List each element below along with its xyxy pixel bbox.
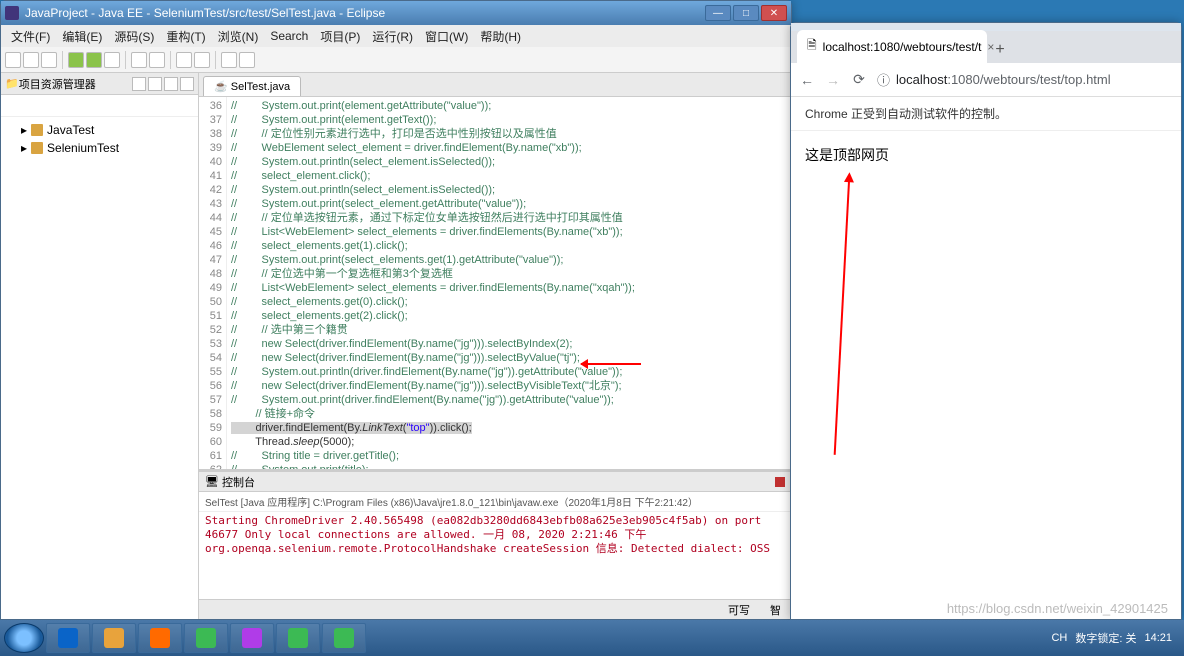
menu-refactor[interactable]: 重构(T) [160, 26, 211, 47]
menu-file[interactable]: 文件(F) [5, 26, 56, 47]
status-writable: 可写 [728, 602, 750, 618]
console-view: 🖥 控制台 SelTest [Java 应用程序] C:\Program Fil… [199, 469, 791, 599]
debug-icon[interactable] [68, 52, 84, 68]
window-title: JavaProject - Java EE - SeleniumTest/src… [25, 6, 385, 20]
explorer-title: 项目资源管理器 [19, 76, 130, 92]
taskbar-app-3[interactable] [184, 623, 228, 653]
new-tab-button[interactable]: + [987, 37, 1013, 63]
terminate-icon[interactable] [775, 477, 785, 487]
folder-icon: 📁 [5, 77, 19, 90]
chrome-window: 🗎 localhost:1080/webtours/test/t × + ← →… [790, 22, 1182, 620]
search-icon[interactable] [176, 52, 192, 68]
project-javatest[interactable]: ▸JavaTest [7, 121, 192, 139]
project-icon [31, 124, 43, 136]
menu-navigate[interactable]: 浏览(N) [212, 26, 265, 47]
menu-source[interactable]: 源码(S) [108, 26, 160, 47]
taskbar-app-6[interactable] [322, 623, 366, 653]
chrome-toolbar: ← → ⟳ ⓘ localhost:1080/webtours/test/top… [791, 63, 1181, 97]
view-menu-icon[interactable] [148, 77, 162, 91]
clock[interactable]: 14:21 [1144, 632, 1172, 644]
numlock-indicator: 数字锁定: 关 [1075, 630, 1136, 646]
chrome-viewport[interactable]: 这是顶部网页 [791, 131, 1181, 619]
editor-tabbar: ☕ SelTest.java [199, 73, 791, 97]
maximize-button[interactable]: □ [733, 5, 759, 21]
automation-infobar: Chrome 正受到自动测试软件的控制。 [791, 97, 1181, 131]
minimize-view-icon[interactable] [164, 77, 178, 91]
console-output[interactable]: Starting ChromeDriver 2.40.565498 (ea082… [199, 512, 791, 599]
taskbar-app-5[interactable] [276, 623, 320, 653]
taskbar-app-1[interactable] [92, 623, 136, 653]
taskbar-app-2[interactable] [138, 623, 182, 653]
status-smart: 智 [770, 602, 781, 618]
ime-indicator[interactable]: CH [1051, 632, 1067, 644]
taskbar-app-4[interactable] [230, 623, 274, 653]
back-icon[interactable] [221, 52, 237, 68]
menu-project[interactable]: 项目(P) [314, 26, 366, 47]
console-title: 控制台 [222, 474, 255, 490]
forward-icon[interactable]: → [825, 72, 841, 88]
console-icon: 🖥 [205, 475, 219, 488]
page-icon: 🗎 [807, 36, 817, 57]
close-button[interactable]: ✕ [761, 5, 787, 21]
watermark: https://blog.csdn.net/weixin_42901425 [947, 601, 1168, 616]
new-class-icon[interactable] [149, 52, 165, 68]
minimize-button[interactable]: — [705, 5, 731, 21]
chrome-tabstrip: 🗎 localhost:1080/webtours/test/t × + [791, 31, 1181, 63]
annotation-arrow-up [834, 175, 851, 455]
run-icon[interactable] [86, 52, 102, 68]
tab-title: localhost:1080/webtours/test/t [823, 40, 982, 54]
windows-taskbar: CH 数字锁定: 关 14:21 [0, 620, 1184, 656]
save-all-icon[interactable] [41, 52, 57, 68]
page-heading: 这是顶部网页 [805, 145, 1167, 165]
eclipse-titlebar[interactable]: JavaProject - Java EE - SeleniumTest/src… [1, 1, 791, 25]
code-editor[interactable]: 36 37 38 39 40 41 42 43 44 45 46 47 48 4… [199, 97, 791, 469]
link-editor-icon[interactable] [132, 77, 146, 91]
project-seleniumtest[interactable]: ▸SeleniumTest [7, 139, 192, 157]
eclipse-toolbar [1, 47, 791, 73]
console-launch-info: SelTest [Java 应用程序] C:\Program Files (x8… [199, 492, 791, 512]
menu-search[interactable]: Search [264, 27, 314, 45]
java-file-icon: ☕ [214, 81, 228, 93]
eclipse-icon [5, 6, 19, 20]
new-icon[interactable] [5, 52, 21, 68]
toggle-mark-icon[interactable] [194, 52, 210, 68]
eclipse-window: JavaProject - Java EE - SeleniumTest/src… [0, 0, 792, 620]
project-explorer: 📁 项目资源管理器 ▸JavaTest ▸SeleniumTest [1, 73, 199, 619]
eclipse-menubar: 文件(F) 编辑(E) 源码(S) 重构(T) 浏览(N) Search 项目(… [1, 25, 791, 47]
back-icon[interactable]: ← [799, 72, 815, 88]
menu-edit[interactable]: 编辑(E) [56, 26, 108, 47]
info-icon[interactable]: ⓘ [877, 70, 890, 89]
chrome-tab[interactable]: 🗎 localhost:1080/webtours/test/t × [797, 30, 987, 63]
run-last-icon[interactable] [104, 52, 120, 68]
eclipse-statusbar: 可写 智 [199, 599, 791, 619]
forward-icon[interactable] [239, 52, 255, 68]
new-package-icon[interactable] [131, 52, 147, 68]
editor-tab-seltest[interactable]: ☕ SelTest.java [203, 76, 301, 96]
reload-icon[interactable]: ⟳ [851, 71, 867, 88]
menu-window[interactable]: 窗口(W) [419, 26, 474, 47]
project-icon [31, 142, 43, 154]
maximize-view-icon[interactable] [180, 77, 194, 91]
start-button[interactable] [4, 623, 44, 653]
menu-help[interactable]: 帮助(H) [474, 26, 527, 47]
system-tray[interactable]: CH 数字锁定: 关 14:21 [1051, 630, 1180, 646]
menu-run[interactable]: 运行(R) [366, 26, 419, 47]
address-bar[interactable]: ⓘ localhost:1080/webtours/test/top.html [877, 70, 1173, 89]
save-icon[interactable] [23, 52, 39, 68]
taskbar-app-0[interactable] [46, 623, 90, 653]
